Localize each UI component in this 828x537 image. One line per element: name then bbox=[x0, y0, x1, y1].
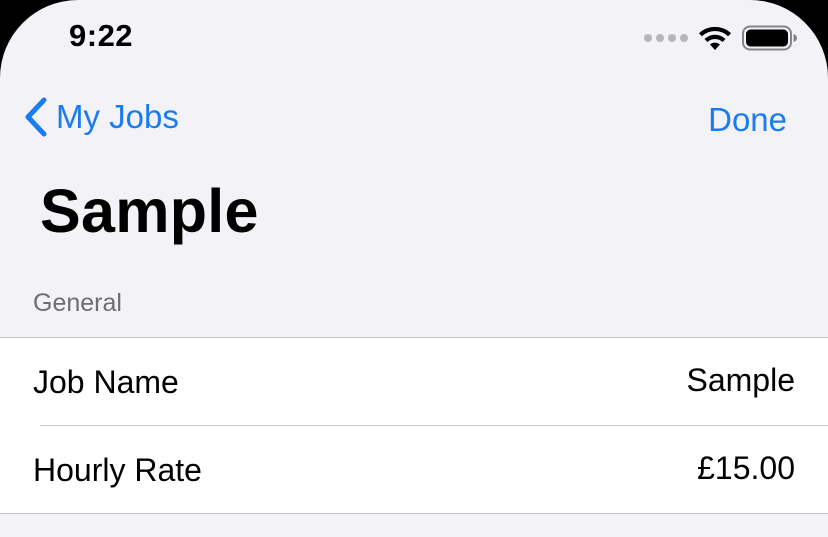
section-header-general: General bbox=[33, 289, 122, 317]
page-title: Sample bbox=[40, 177, 259, 245]
row-label: Hourly Rate bbox=[33, 451, 202, 488]
status-indicators bbox=[644, 23, 798, 53]
back-button[interactable]: My Jobs bbox=[24, 97, 179, 137]
row-value: Sample bbox=[686, 361, 796, 398]
chevron-left-icon bbox=[25, 97, 47, 137]
phone-screen: 9:22 My Jobs Done Sample General Job Nam… bbox=[0, 0, 828, 537]
wifi-icon bbox=[699, 26, 731, 50]
back-button-label: My Jobs bbox=[56, 98, 179, 135]
row-value: £15.00 bbox=[697, 449, 795, 486]
settings-group: Job Name Sample Hourly Rate £15.00 bbox=[0, 337, 828, 514]
table-row-hourly-rate[interactable]: Hourly Rate £15.00 bbox=[0, 426, 828, 514]
done-button[interactable]: Done bbox=[708, 101, 787, 139]
signal-dots-icon bbox=[644, 34, 688, 42]
status-time: 9:22 bbox=[69, 18, 134, 53]
battery-icon bbox=[742, 25, 797, 51]
row-label: Job Name bbox=[33, 363, 179, 400]
table-row-job-name[interactable]: Job Name Sample bbox=[0, 338, 828, 426]
